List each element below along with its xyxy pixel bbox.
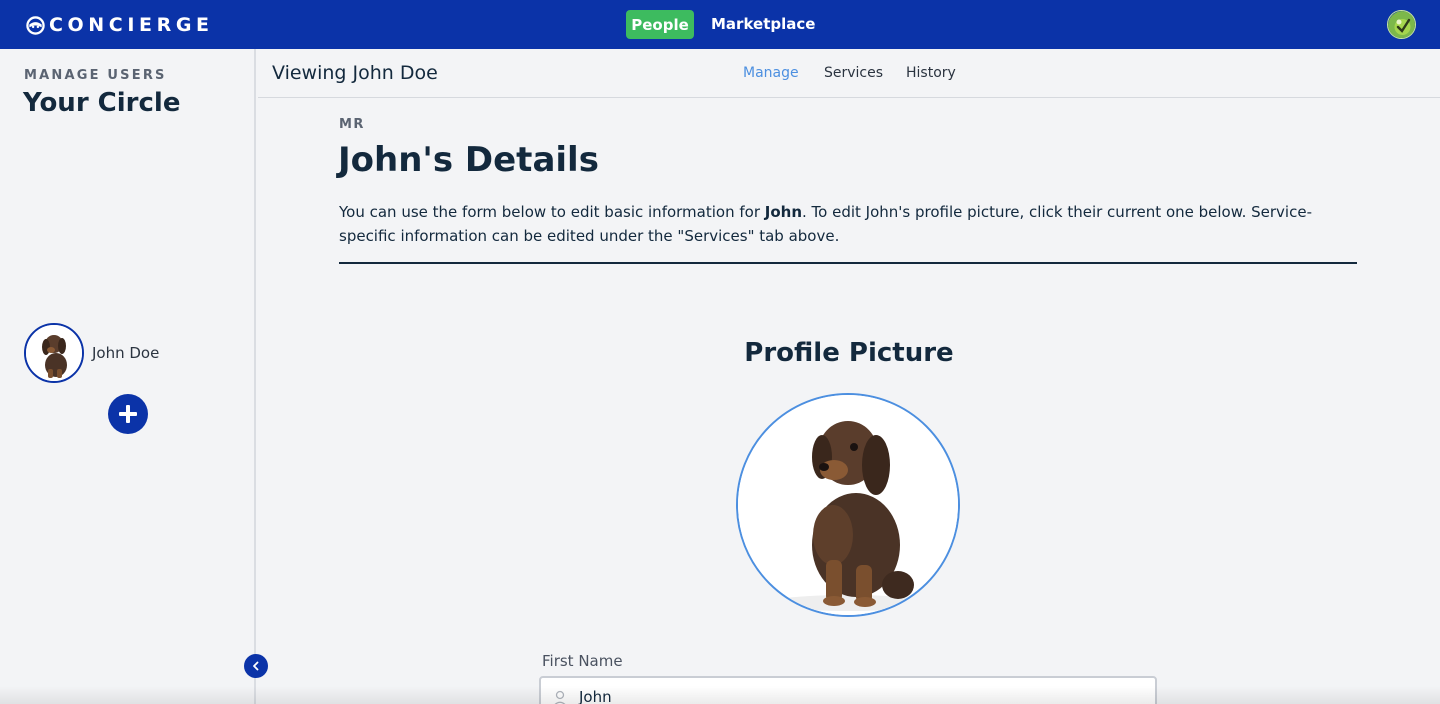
tab-history[interactable]: History (906, 65, 956, 81)
profile-picture-heading: Profile Picture (744, 338, 954, 368)
title-prefix: MR (339, 117, 365, 132)
concierge-logo-icon (26, 15, 45, 35)
puppy-photo-icon (738, 395, 958, 615)
description-name: John (764, 203, 802, 221)
collapse-sidebar-button[interactable] (244, 654, 268, 678)
user-icon (554, 690, 566, 704)
sidebar-user-john-doe[interactable]: John Doe (24, 323, 159, 383)
page-description: You can use the form below to edit basic… (339, 200, 1359, 248)
sidebar: MANAGE USERS Your Circle John Doe (0, 49, 256, 704)
puppy-photo-icon (26, 325, 82, 381)
tab-services[interactable]: Services (824, 65, 883, 81)
account-avatar[interactable] (1387, 10, 1416, 39)
main-content: MR John's Details You can use the form b… (258, 98, 1440, 704)
first-name-value: John (579, 688, 612, 704)
sidebar-eyebrow: MANAGE USERS (24, 68, 167, 83)
profile-picture[interactable] (736, 393, 960, 617)
viewing-title: Viewing John Doe (272, 62, 438, 84)
user-name: John Doe (92, 344, 160, 362)
brand-name: CONCIERGE (49, 14, 214, 36)
section-divider (339, 262, 1357, 264)
top-navbar: CONCIERGE People Marketplace (0, 0, 1440, 49)
brand-logo[interactable]: CONCIERGE (26, 14, 214, 36)
account-avatar-icon (1388, 11, 1415, 38)
page-title: John's Details (338, 140, 599, 180)
first-name-label: First Name (542, 652, 623, 670)
nav-marketplace-link[interactable]: Marketplace (711, 14, 815, 35)
add-user-button[interactable] (108, 394, 148, 434)
chevron-left-icon (253, 661, 259, 671)
plus-icon (119, 405, 137, 423)
first-name-field[interactable]: John (539, 676, 1157, 704)
tab-manage[interactable]: Manage (743, 65, 799, 81)
user-subheader: Viewing John Doe Manage Services History (258, 49, 1440, 98)
user-avatar[interactable] (24, 323, 84, 383)
description-text-start: You can use the form below to edit basic… (339, 203, 765, 221)
nav-people-button[interactable]: People (626, 10, 694, 39)
sidebar-title: Your Circle (23, 88, 181, 118)
